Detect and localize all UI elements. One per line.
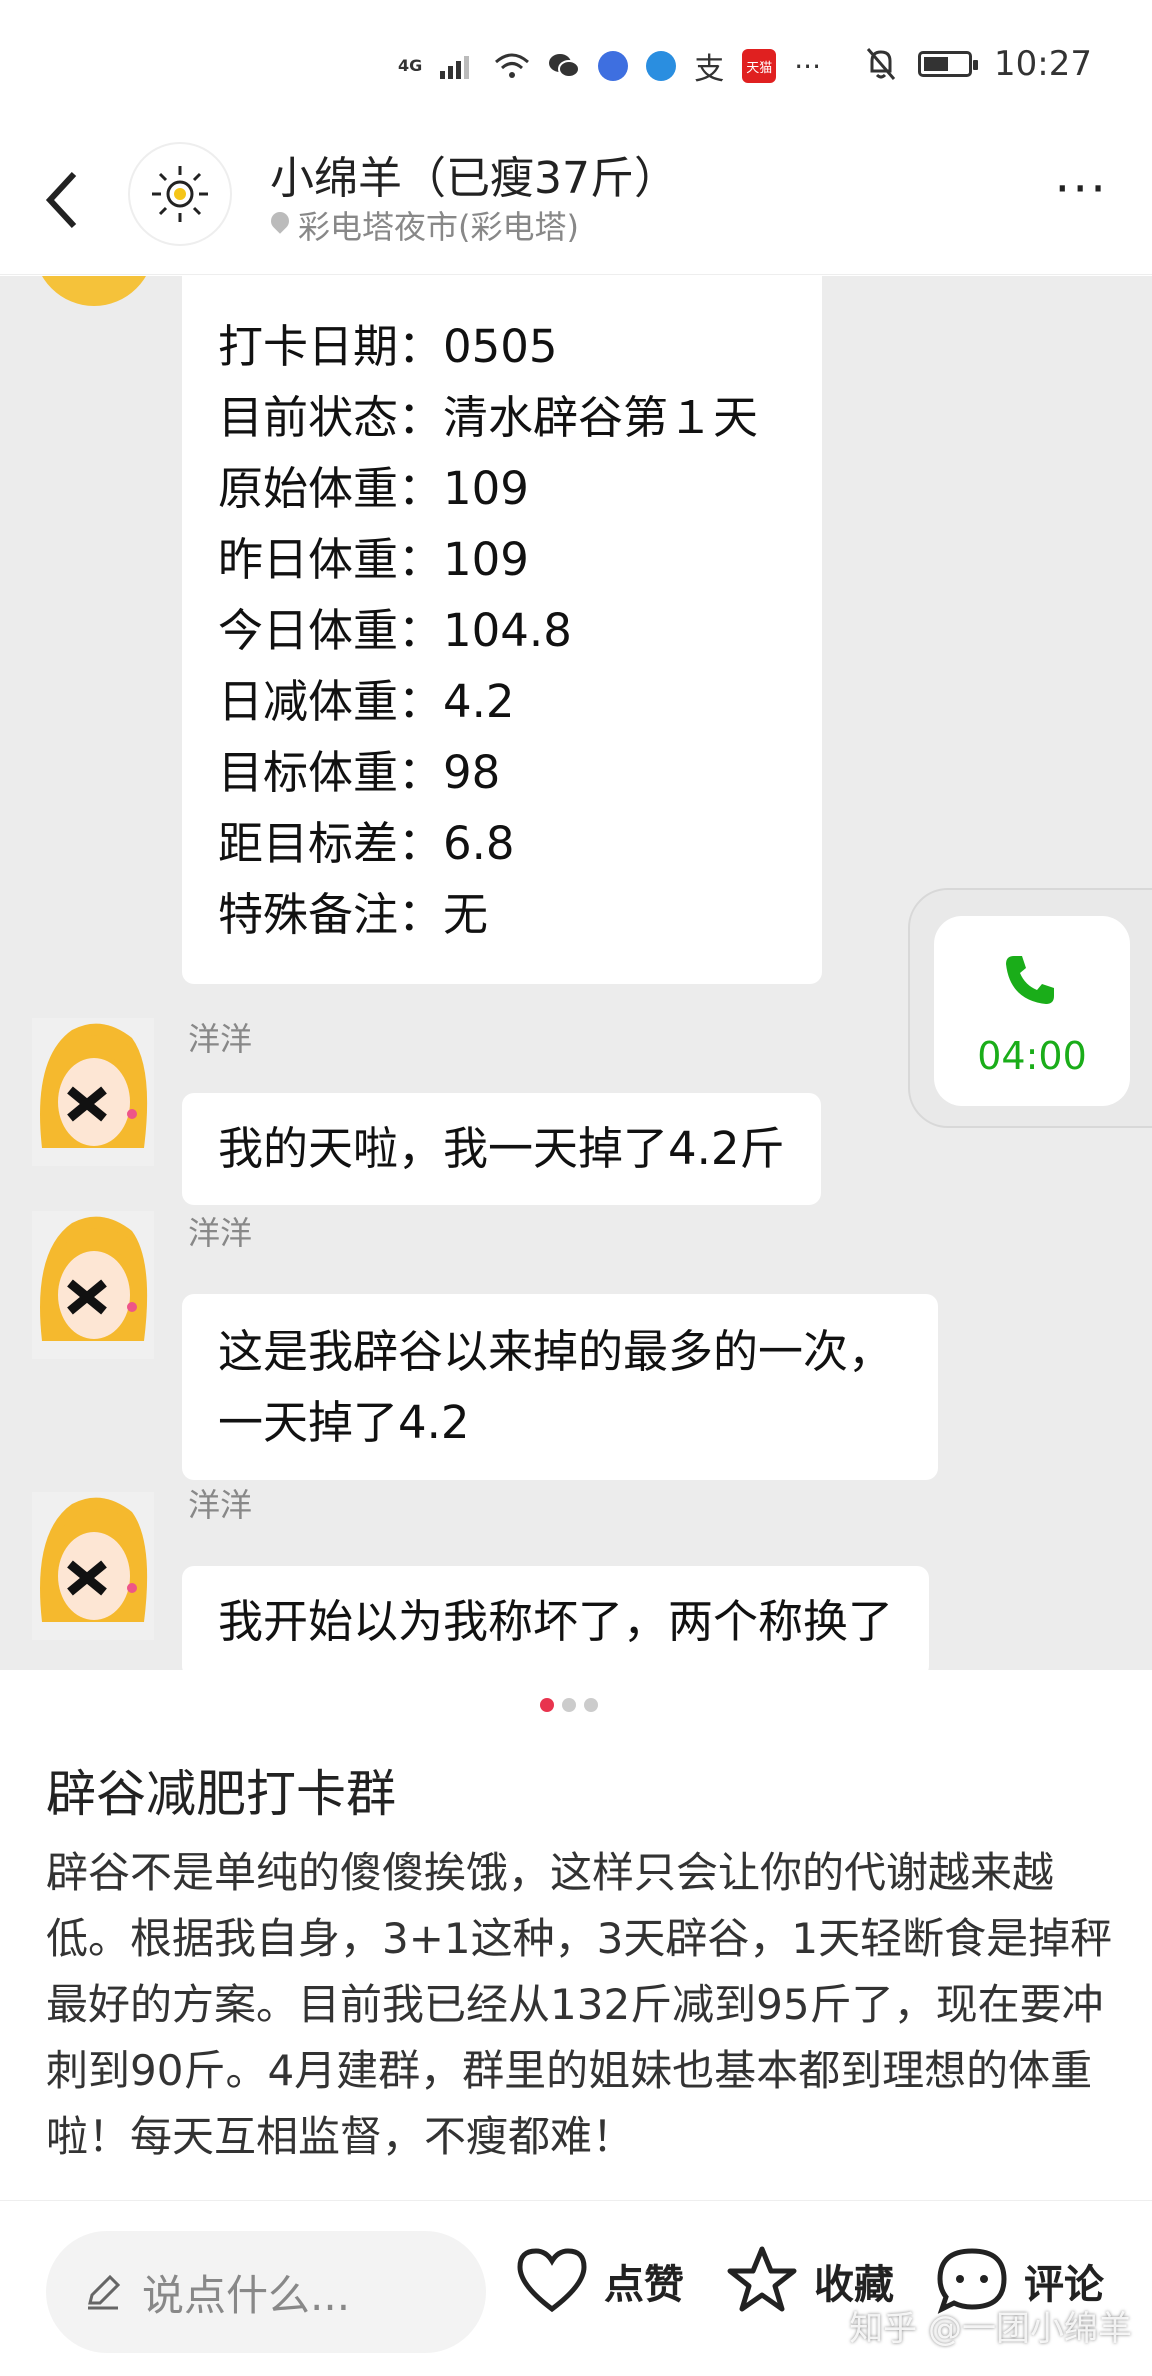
battery-icon <box>918 51 979 77</box>
zhihu-watermark: 知乎 @一团小绵羊 <box>849 2309 1132 2349</box>
checkin-row: 昨日体重：109 <box>218 533 529 586</box>
like-button[interactable]: 点赞 <box>514 2243 684 2319</box>
wechat-icon <box>549 54 581 78</box>
location-text: 彩电塔夜市(彩电塔) <box>298 208 579 246</box>
checkin-row: 目前状态：清水辟谷第１天 <box>218 391 759 444</box>
sender-avatar <box>32 1018 154 1166</box>
clock: 10:27 <box>994 44 1092 84</box>
carousel-dot <box>562 1698 576 1712</box>
signal-icon <box>440 56 470 79</box>
sender-name: 洋洋 <box>188 1020 253 1058</box>
location-tag[interactable]: 彩电塔夜市(彩电塔) <box>270 202 579 248</box>
phone-icon <box>1006 956 1054 1004</box>
location-pin-icon <box>270 212 290 238</box>
post-title: 辟谷减肥打卡群 <box>46 1765 396 1823</box>
comment-input[interactable]: 说点什么... <box>46 2231 486 2353</box>
checkin-bubble: 打卡日期：0505 目前状态：清水辟谷第１天 原始体重：109 昨日体重：109… <box>182 276 822 984</box>
pencil-icon <box>88 2274 121 2310</box>
message-bubble: 我的天啦，我一天掉了4.2斤 <box>182 1093 821 1205</box>
status-right-icons: 10:27 <box>866 44 1092 84</box>
status-left-icons: 4G 支 天猫 ··· <box>398 44 821 88</box>
mute-bell-icon <box>866 48 896 80</box>
sender-avatar <box>32 1211 154 1359</box>
like-label: 点赞 <box>604 2262 684 2308</box>
carousel-dot <box>584 1698 598 1712</box>
overflow-icon: ··· <box>794 49 821 83</box>
sender-name: 洋洋 <box>188 1486 253 1524</box>
message-bubble: 这是我辟谷以来掉的最多的一次， 一天掉了4.2 <box>182 1294 938 1480</box>
bottom-action-bar: 说点什么... 点赞 收藏 评论 知乎 @一团小绵羊 <box>0 2200 1152 2376</box>
message-bubble: 我开始以为我称坏了，两个称换了 <box>182 1566 930 1670</box>
browser-app-icon <box>646 51 677 81</box>
partial-avatar <box>34 276 154 306</box>
sender-name: 洋洋 <box>188 1214 253 1252</box>
call-duration: 04:00 <box>977 1034 1087 1078</box>
message-text: 我开始以为我称坏了，两个称换了 <box>218 1595 894 1648</box>
star-icon <box>727 2246 797 2312</box>
author-name[interactable]: 小绵羊（已瘦37斤） <box>270 142 678 206</box>
more-options-icon[interactable]: ··· <box>1054 160 1108 218</box>
heart-icon <box>517 2248 587 2313</box>
post-body: 辟谷不是单纯的傻傻挨饿，这样只会让你的代谢越来越低。根据我自身，3+1这种，3天… <box>46 1848 1113 2161</box>
sender-avatar <box>32 1492 154 1640</box>
floating-call-widget[interactable]: 04:00 <box>908 888 1152 1128</box>
music-app-icon <box>598 51 629 81</box>
message-text: 一天掉了4.2 <box>218 1396 470 1449</box>
message-text: 这是我辟谷以来掉的最多的一次， <box>218 1325 894 1378</box>
checkin-row: 目标体重：98 <box>218 746 501 799</box>
checkin-row: 距目标差：6.8 <box>218 817 515 870</box>
tmall-icon: 天猫 <box>742 49 777 83</box>
author-avatar[interactable] <box>128 142 232 246</box>
sun-icon <box>152 166 208 222</box>
checkin-row: 特殊备注：无 <box>218 888 489 941</box>
post-header: 小绵羊（已瘦37斤） 彩电塔夜市(彩电塔) ··· <box>0 130 1152 275</box>
back-chevron-icon[interactable] <box>40 160 86 240</box>
carousel-dot-active <box>540 1698 554 1712</box>
checkin-row: 今日体重：104.8 <box>218 604 572 657</box>
call-widget-inner[interactable]: 04:00 <box>934 916 1130 1106</box>
network-indicator: 4G <box>398 56 423 75</box>
status-bar: 4G 支 天猫 ··· 10:27 <box>0 0 1152 130</box>
wifi-icon <box>495 53 530 78</box>
alipay-icon: 支 <box>694 52 725 87</box>
checkin-row: 日减体重：4.2 <box>218 675 515 728</box>
checkin-row: 打卡日期：0505 <box>218 320 558 373</box>
checkin-row: 原始体重：109 <box>218 462 529 515</box>
comment-placeholder: 说点什么... <box>142 2270 351 2320</box>
message-text: 我的天啦，我一天掉了4.2斤 <box>218 1122 785 1175</box>
carousel-indicator <box>540 1698 598 1712</box>
